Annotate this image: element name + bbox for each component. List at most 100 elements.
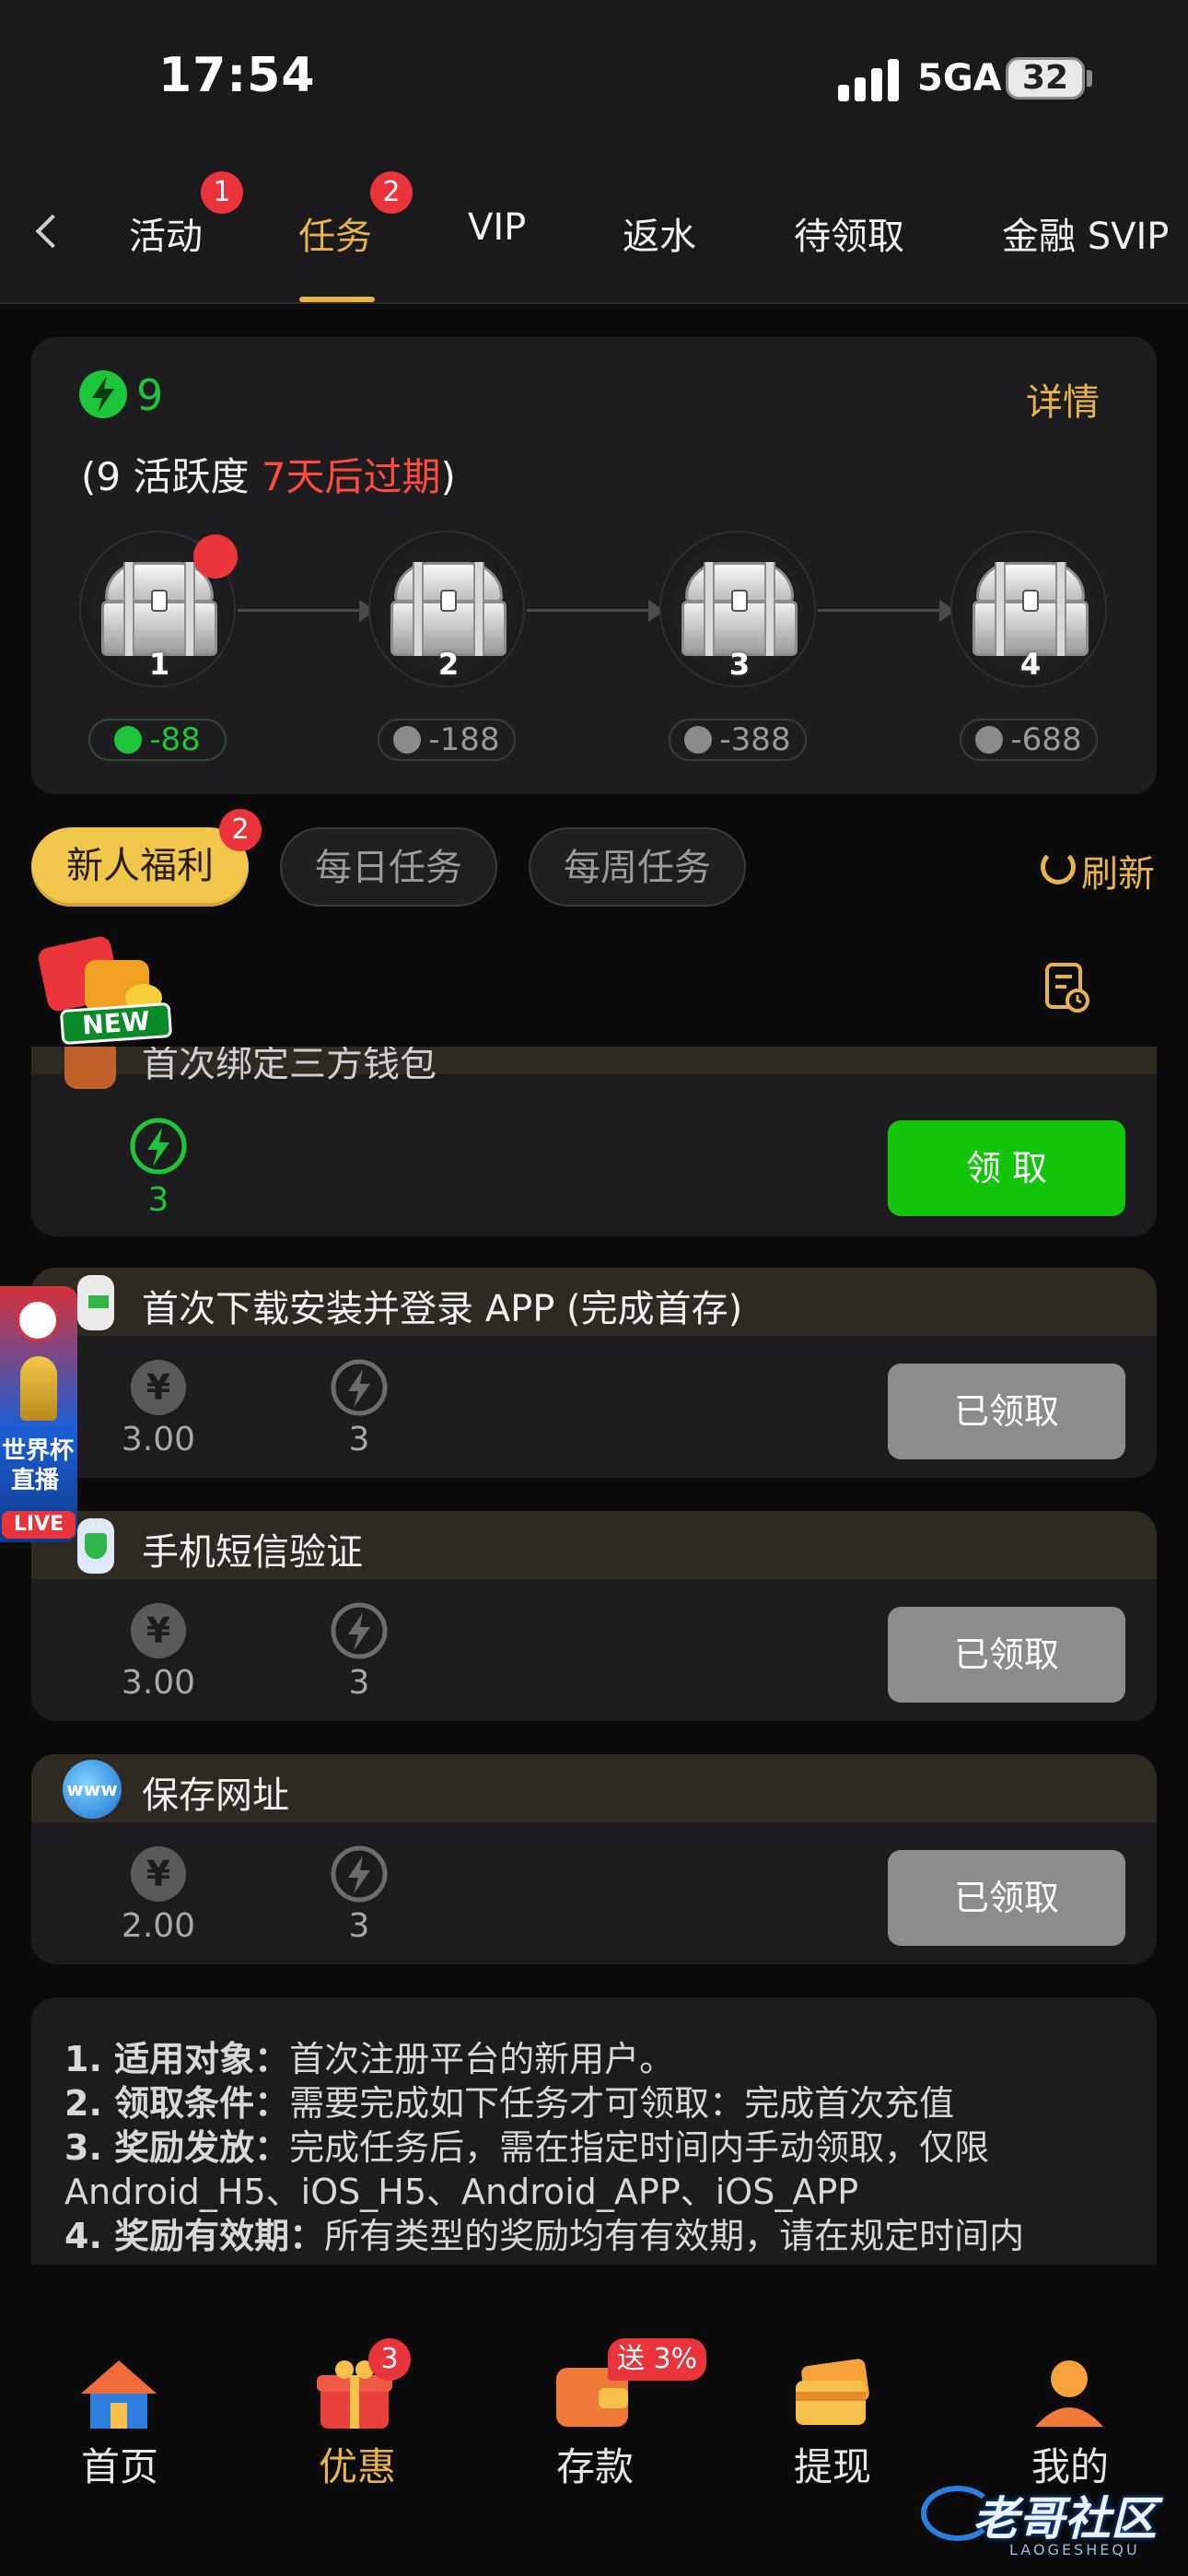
network-type: 5GA bbox=[917, 57, 1002, 100]
chest-1-cost: -88 bbox=[88, 719, 227, 761]
chest-number: 4 bbox=[1019, 647, 1042, 682]
battery-level: 32 bbox=[1021, 59, 1069, 97]
tab-vip[interactable]: VIP bbox=[468, 206, 526, 249]
watermark-subtext: LAOGESHEQU bbox=[1009, 2541, 1140, 2558]
chest-icon: 4 bbox=[973, 562, 1089, 682]
category-weekly-tasks[interactable]: 每周任务 bbox=[529, 827, 746, 907]
user-icon bbox=[1035, 2360, 1103, 2427]
task-row-download-app: 首次下载安装并登录 APP (完成首存) ¥ 3.00 3 已领取 bbox=[31, 1268, 1157, 1478]
rule-text: 所有类型的奖励均有有效期，请在规定时间内 bbox=[324, 2216, 1025, 2256]
category-daily-tasks[interactable]: 每日任务 bbox=[280, 827, 497, 907]
chest-cost-value: -188 bbox=[428, 721, 500, 758]
watermark-text: 老哥社区 bbox=[973, 2492, 1157, 2546]
chest-4[interactable]: 4 bbox=[950, 531, 1107, 687]
rule-label: 3. 奖励发放： bbox=[64, 2127, 290, 2168]
chest-cost-value: -88 bbox=[149, 721, 201, 758]
currency-symbol: ¥ bbox=[146, 1367, 171, 1408]
chest-2-cost: -188 bbox=[378, 719, 516, 761]
claim-button[interactable]: 领 取 bbox=[888, 1120, 1125, 1216]
chest-cost-value: -388 bbox=[719, 721, 791, 758]
nav-promotions-badge: 3 bbox=[368, 2338, 411, 2381]
chest-icon: 3 bbox=[681, 562, 798, 682]
chest-number: 2 bbox=[437, 647, 460, 682]
card-icon bbox=[796, 2359, 869, 2425]
currency-symbol: ¥ bbox=[146, 1610, 171, 1651]
battery-tip bbox=[1087, 70, 1092, 87]
tab-rebate[interactable]: 返水 bbox=[623, 206, 696, 260]
task-title: 保存网址 bbox=[142, 1774, 289, 1817]
lightning-icon bbox=[331, 1359, 388, 1416]
new-gift-icon[interactable]: NEW bbox=[33, 932, 173, 1046]
wallet-icon bbox=[64, 1047, 116, 1089]
chest-cost-value: -688 bbox=[1010, 721, 1082, 758]
rule-line: 3. 奖励发放：完成任务后，需在指定时间内手动领取，仅限 bbox=[64, 2119, 989, 2170]
activity-prefix: (9 活跃度 bbox=[81, 454, 262, 499]
reward-money: 3.00 bbox=[121, 1664, 196, 1702]
details-link[interactable]: 详情 bbox=[1026, 372, 1100, 426]
chest-4-cost: -688 bbox=[960, 719, 1098, 761]
activity-suffix: ) bbox=[440, 454, 456, 499]
tab-activity-badge: 1 bbox=[201, 171, 243, 214]
task-history-icon[interactable] bbox=[1044, 962, 1090, 1013]
chest-icon: 1 bbox=[101, 562, 217, 682]
lightning-icon bbox=[684, 726, 713, 754]
claimed-button[interactable]: 已领取 bbox=[888, 1850, 1125, 1946]
task-title: 首次下载安装并登录 APP (完成首存) bbox=[142, 1288, 743, 1330]
back-icon[interactable] bbox=[28, 210, 64, 256]
signal-icon bbox=[838, 59, 899, 101]
chest-1-notification-dot bbox=[193, 534, 238, 579]
live-stream-label: 直播 bbox=[11, 1467, 60, 1494]
chest-3[interactable]: 3 bbox=[659, 531, 816, 687]
category-newbie-benefits[interactable]: 新人福利 bbox=[31, 827, 249, 907]
globe-icon: www bbox=[63, 1760, 122, 1819]
nav-home-label: 首页 bbox=[80, 2444, 158, 2489]
rule-label: 2. 领取条件： bbox=[64, 2083, 290, 2124]
home-icon bbox=[81, 2360, 157, 2429]
reward-points: 3 bbox=[348, 1907, 370, 1945]
reward-points: 3 bbox=[348, 1664, 370, 1702]
rule-text: 需要完成如下任务才可领取：完成首次充值 bbox=[289, 2083, 955, 2124]
activity-expiry-text: (9 活跃度 7天后过期) bbox=[81, 446, 456, 502]
lightning-icon bbox=[79, 370, 127, 418]
tab-pending[interactable]: 待领取 bbox=[794, 206, 904, 260]
refresh-icon[interactable] bbox=[1041, 849, 1076, 884]
task-row-save-url: www 保存网址 ¥ 2.00 3 已领取 bbox=[31, 1754, 1157, 1964]
money-icon: ¥ bbox=[131, 1360, 186, 1415]
active-tab-indicator bbox=[299, 297, 375, 302]
reward-money: 3.00 bbox=[121, 1421, 196, 1458]
trophy-icon bbox=[20, 1356, 57, 1421]
claimed-button[interactable]: 已领取 bbox=[888, 1607, 1125, 1703]
rule-text: 首次注册平台的新用户。 bbox=[289, 2039, 675, 2079]
rule-label: 1. 适用对象： bbox=[64, 2039, 290, 2079]
tab-tasks[interactable]: 任务 bbox=[298, 206, 372, 260]
battery-icon: 32 bbox=[1006, 57, 1085, 100]
live-badge: LIVE bbox=[2, 1511, 76, 1539]
money-icon: ¥ bbox=[131, 1603, 186, 1658]
new-tag: NEW bbox=[59, 1001, 173, 1046]
tab-activity[interactable]: 活动 bbox=[129, 206, 203, 260]
claimed-button[interactable]: 已领取 bbox=[888, 1364, 1125, 1459]
phone-shield-icon bbox=[77, 1518, 114, 1574]
nav-withdraw-label: 提现 bbox=[793, 2444, 871, 2489]
task-title: 手机短信验证 bbox=[142, 1531, 363, 1574]
chest-3-cost: -388 bbox=[669, 719, 807, 761]
chest-number: 1 bbox=[148, 647, 170, 682]
category-newbie-badge: 2 bbox=[219, 809, 262, 851]
lightning-icon bbox=[331, 1845, 388, 1903]
rule-text: Android_H5、iOS_H5、Android_APP、iOS_APP bbox=[64, 2172, 859, 2212]
phone-app-icon bbox=[77, 1275, 114, 1330]
tab-finance-svip[interactable]: 金融 SVIP bbox=[1002, 206, 1169, 260]
refresh-button[interactable]: 刷新 bbox=[1081, 844, 1155, 897]
chest-2[interactable]: 2 bbox=[368, 531, 525, 687]
lightning-icon bbox=[331, 1602, 388, 1659]
task-title: 首次绑定三方钱包 bbox=[142, 1047, 437, 1085]
reward-money: 2.00 bbox=[121, 1907, 196, 1945]
lightning-icon bbox=[393, 726, 422, 754]
nav-promotions-label: 优惠 bbox=[318, 2444, 396, 2489]
lightning-icon bbox=[114, 726, 143, 754]
watermark-logo: 老哥社区 LAOGESHEQU bbox=[921, 2469, 1179, 2561]
chest-number: 3 bbox=[728, 647, 751, 682]
rule-line: 1. 适用对象：首次注册平台的新用户。 bbox=[64, 2031, 674, 2081]
world-cup-live-widget[interactable]: 世界杯 直播 LIVE bbox=[0, 1286, 77, 1542]
activity-points: 9 bbox=[136, 370, 164, 420]
